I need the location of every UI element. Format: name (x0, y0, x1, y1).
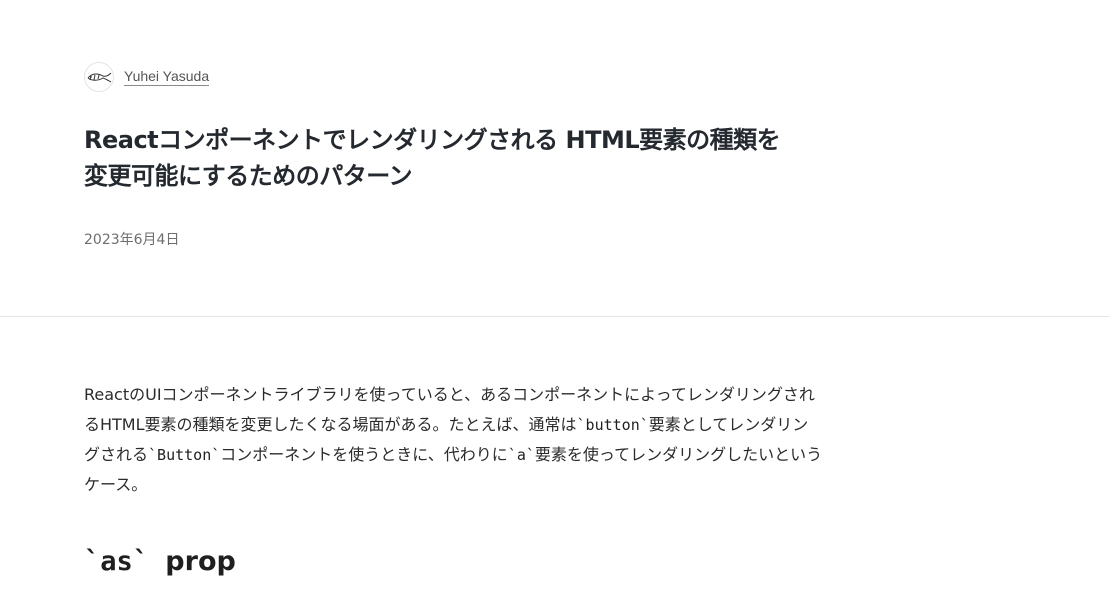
section-heading-as-prop: `as` prop (84, 546, 236, 577)
inline-code-button: `button` (576, 416, 649, 434)
author-info: Yuhei Yasuda (84, 62, 210, 92)
inline-code-a: `a` (507, 446, 535, 464)
author-name-link[interactable]: Yuhei Yasuda (124, 68, 210, 86)
heading-code: `as` (84, 546, 150, 577)
article-title: Reactコンポーネントでレンダリングされる HTML要素の種類を 変更可能にする… (84, 122, 784, 194)
intro-paragraph: ReactのUIコンポーネントライブラリを使っていると、あるコンポーネントによっ… (84, 380, 824, 500)
avatar[interactable] (84, 62, 114, 92)
heading-word: prop (165, 546, 236, 577)
article-header: Yuhei Yasuda Reactコンポーネントでレンダリングされる HTML… (0, 0, 1109, 317)
inline-code-Button: `Button` (148, 446, 221, 464)
article-body: ReactのUIコンポーネントライブラリを使っていると、あるコンポーネントによっ… (84, 380, 824, 577)
publish-date: 2023年6月4日 (84, 232, 180, 248)
title-line-2: 変更可能にするためのパターン (84, 162, 413, 190)
title-line-1: Reactコンポーネントでレンダリングされる HTML要素の種類を (84, 126, 781, 154)
fish-sketch-icon (87, 72, 112, 83)
intro-text-3: コンポーネントを使うときに、代わりに (220, 445, 508, 464)
